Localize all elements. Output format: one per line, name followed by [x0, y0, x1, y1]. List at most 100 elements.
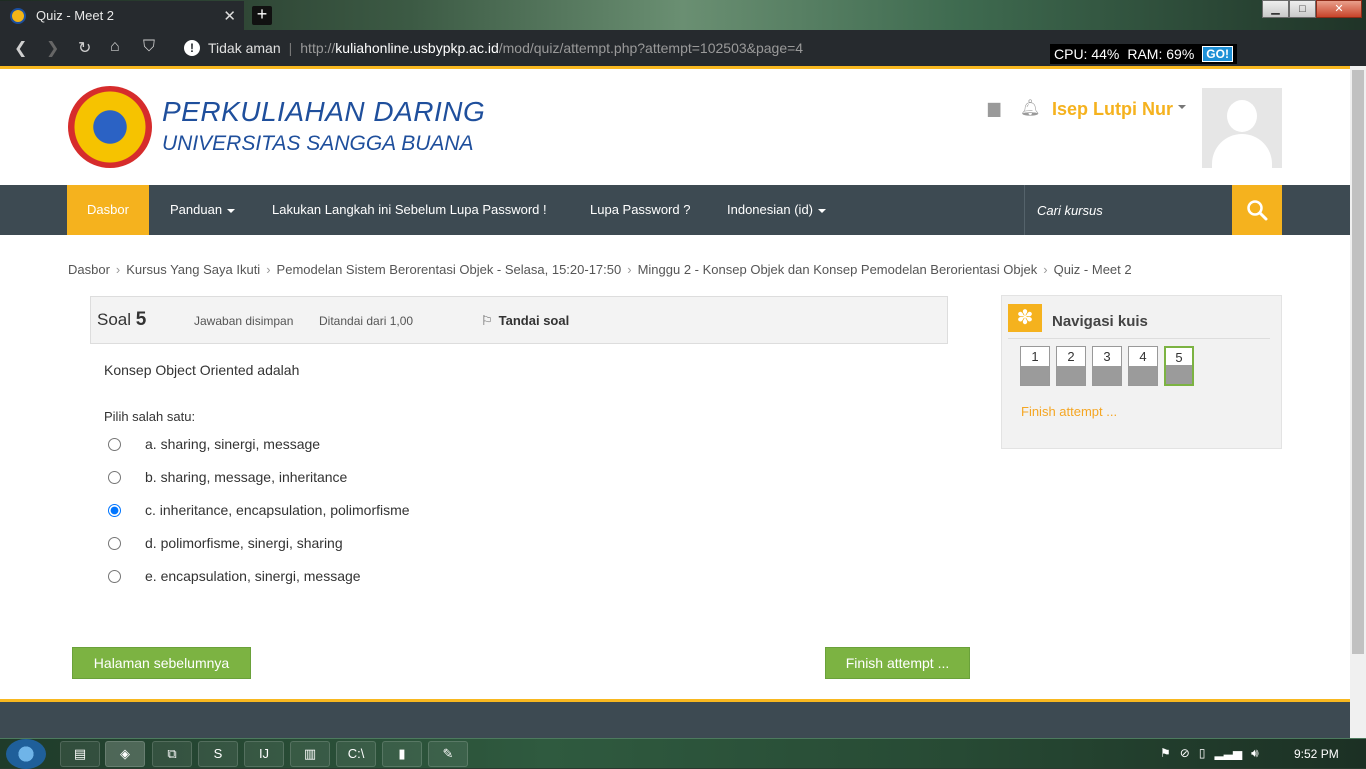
scrollbar-thumb[interactable]	[1352, 70, 1364, 654]
nav-language[interactable]: Indonesian (id)	[709, 185, 844, 235]
window-close-icon[interactable]: ✕	[1316, 0, 1362, 18]
info-icon[interactable]: !	[184, 40, 200, 56]
answer-radio[interactable]	[108, 569, 121, 583]
question-number: Soal 5	[97, 309, 147, 330]
home-icon[interactable]: ⌂	[110, 38, 120, 56]
brave-browser-icon[interactable]: ◈	[105, 741, 145, 767]
security-status[interactable]: Tidak aman	[208, 40, 281, 56]
answer-option[interactable]: a. sharing, sinergi, message	[108, 433, 320, 455]
vscode-icon[interactable]: ⧉	[152, 741, 192, 767]
sublime-text-icon[interactable]: S	[198, 741, 238, 767]
explorer-icon[interactable]: ▤	[60, 741, 100, 767]
answer-option[interactable]: e. encapsulation, sinergi, message	[108, 565, 361, 587]
nav-lupa-password[interactable]: Lupa Password ?	[572, 185, 708, 235]
url-prefix: http://	[300, 40, 336, 56]
answer-option[interactable]: b. sharing, message, inheritance	[108, 466, 347, 488]
paint-icon[interactable]: ✎	[428, 741, 468, 767]
system-monitor-overlay: CPU: 44% RAM: 69% GO!	[1050, 44, 1237, 64]
intellij-icon[interactable]: IJ	[244, 741, 284, 767]
signal-icon[interactable]: ▂▃▅	[1214, 746, 1242, 761]
command-prompt-icon[interactable]: C:\	[336, 741, 376, 767]
university-logo[interactable]	[68, 86, 152, 168]
nav-langkah-password[interactable]: Lakukan Langkah ini Sebelum Lupa Passwor…	[254, 185, 565, 235]
quiz-nav-question-button[interactable]: 4	[1128, 346, 1158, 386]
answer-radio[interactable]	[108, 536, 121, 550]
chevron-right-icon: ›	[115, 262, 121, 277]
search-icon	[1247, 200, 1268, 221]
start-button[interactable]	[6, 739, 46, 769]
breadcrumb: Dasbor › Kursus Yang Saya Ikuti › Pemodelan …	[68, 262, 1132, 277]
network-icon[interactable]: ⊘	[1180, 746, 1190, 761]
settings-gear-icon: ✽	[1008, 304, 1042, 332]
quiz-navigation-title: Navigasi kuis	[1052, 313, 1148, 330]
chevron-down-icon	[1178, 105, 1186, 109]
new-tab-button[interactable]: +	[252, 5, 272, 25]
reload-icon[interactable]: ↻	[78, 38, 91, 58]
cpu-usage: CPU: 44%	[1054, 46, 1120, 62]
course-search	[1024, 185, 1232, 235]
breadcrumb-item[interactable]: Quiz - Meet 2	[1054, 262, 1132, 277]
quiz-navigation-block: ✽ Navigasi kuis 1 2 3 4 5 Finish attempt…	[1001, 295, 1282, 449]
answer-option[interactable]: c. inheritance, encapsulation, polimorfi…	[108, 499, 410, 521]
quiz-nav-question-button[interactable]: 2	[1056, 346, 1086, 386]
flag-icon[interactable]: ⚑	[1160, 746, 1171, 761]
breadcrumb-item[interactable]: Kursus Yang Saya Ikuti	[126, 262, 260, 277]
bookmark-icon[interactable]: ⛉	[143, 38, 155, 56]
finish-attempt-link[interactable]: Finish attempt ...	[1021, 404, 1117, 419]
avatar[interactable]	[1202, 88, 1282, 168]
search-button[interactable]	[1232, 185, 1282, 235]
url-host: kuliahonline.usbypkp.ac.id	[335, 40, 499, 56]
messages-icon[interactable]: ▆	[988, 98, 1000, 118]
finish-attempt-button[interactable]: Finish attempt ...	[825, 647, 970, 679]
breadcrumb-item[interactable]: Dasbor	[68, 262, 110, 277]
tab-title: Quiz - Meet 2	[36, 8, 115, 23]
address-separator: |	[288, 40, 293, 56]
taskbar-clock[interactable]: 9:52 PM	[1294, 747, 1339, 761]
url-path: /mod/quiz/attempt.php?attempt=102503&pag…	[498, 40, 804, 56]
chevron-down-icon	[818, 208, 826, 213]
divider	[1008, 338, 1270, 339]
chevron-right-icon: ›	[1043, 262, 1048, 277]
flag-question-button[interactable]: ⚐ Tandai soal	[481, 313, 569, 329]
battery-icon[interactable]: ▯	[1199, 746, 1206, 761]
question-info-panel: Soal 5 Jawaban disimpan Ditandai dari 1,…	[90, 296, 948, 344]
quiz-nav-question-button[interactable]: 3	[1092, 346, 1122, 386]
nav-dasbor[interactable]: Dasbor	[67, 185, 149, 235]
web-page: PERKULIAHAN DARING UNIVERSITAS SANGGA BU…	[0, 66, 1350, 738]
site-title[interactable]: PERKULIAHAN DARING	[162, 96, 485, 128]
question-text: Konsep Object Oriented adalah	[104, 362, 300, 378]
minimize-icon[interactable]: ▁	[1262, 0, 1289, 18]
answer-radio[interactable]	[108, 437, 121, 451]
answer-prompt: Pilih salah satu:	[104, 409, 196, 424]
flag-icon: ⚐	[481, 313, 493, 328]
site-subtitle[interactable]: UNIVERSITAS SANGGA BUANA	[162, 132, 474, 156]
user-menu[interactable]: Isep Lutpi Nur	[1052, 99, 1186, 120]
nav-panduan[interactable]: Panduan	[152, 185, 253, 235]
address-bar[interactable]: ! Tidak aman | http:// kuliahonline.usby…	[170, 34, 1200, 62]
quiz-nav-question-button[interactable]: 1	[1020, 346, 1050, 386]
question-state: Jawaban disimpan	[194, 314, 294, 328]
tab-close-icon[interactable]: ✕	[223, 7, 236, 25]
quiz-nav-question-button-current[interactable]: 5	[1164, 346, 1194, 386]
chevron-down-icon	[227, 208, 236, 213]
search-input[interactable]	[1025, 185, 1232, 235]
back-icon[interactable]: ❮	[14, 38, 27, 58]
browser-tab[interactable]: Quiz - Meet 2 ✕	[0, 1, 244, 30]
previous-page-button[interactable]: Halaman sebelumnya	[72, 647, 251, 679]
window-controls: ▁ □ ✕	[1262, 0, 1362, 18]
chevron-right-icon: ›	[627, 262, 632, 277]
forward-icon[interactable]: ❯	[46, 38, 59, 58]
books-icon[interactable]: ▥	[290, 741, 330, 767]
answer-radio[interactable]	[108, 503, 121, 517]
breadcrumb-item[interactable]: Pemodelan Sistem Berorentasi Objek - Sel…	[277, 262, 622, 277]
go-badge[interactable]: GO!	[1202, 46, 1233, 62]
notifications-bell-icon[interactable]: 🔔︎	[1020, 98, 1040, 118]
answer-option[interactable]: d. polimorfisme, sinergi, sharing	[108, 532, 343, 554]
user-name: Isep Lutpi Nur	[1052, 99, 1173, 119]
breadcrumb-item[interactable]: Minggu 2 - Konsep Objek dan Konsep Pemod…	[638, 262, 1038, 277]
notepad-icon[interactable]: ▮	[382, 741, 422, 767]
windows-taskbar: ▤ ◈ ⧉ S IJ ▥ C:\ ▮ ✎ ⚑ ⊘ ▯ ▂▃▅ 🔊︎ 9:52 P…	[0, 738, 1366, 769]
volume-icon[interactable]: 🔊︎	[1251, 746, 1259, 761]
answer-radio[interactable]	[108, 470, 121, 484]
maximize-icon[interactable]: □	[1289, 0, 1316, 18]
